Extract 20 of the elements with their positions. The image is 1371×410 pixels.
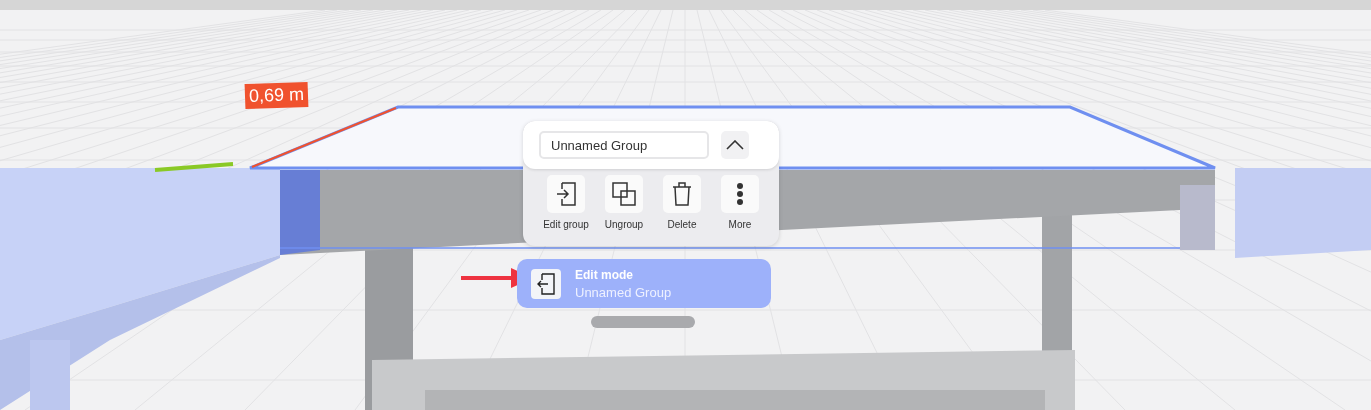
more-icon (736, 182, 744, 206)
toast-title: Edit mode (575, 267, 634, 282)
ungroup-button[interactable] (605, 175, 643, 213)
delete-button[interactable] (663, 175, 701, 213)
chevron-up-icon (726, 140, 744, 150)
enter-icon (556, 182, 576, 206)
group-name-field[interactable]: Unnamed Group (539, 131, 709, 159)
action-label: Delete (667, 219, 697, 230)
trash-icon (672, 182, 692, 206)
collapse-button[interactable] (721, 131, 749, 159)
dimension-label: 0,69 m (244, 81, 309, 110)
drag-handle[interactable] (591, 316, 695, 328)
ungroup-icon (612, 182, 636, 206)
toast-subtitle: Unnamed Group (575, 284, 672, 300)
action-label: More (728, 219, 752, 230)
action-label: Ungroup (604, 219, 644, 230)
edit-button[interactable] (547, 175, 585, 213)
more-button[interactable] (721, 175, 759, 213)
action-label: Edit group (543, 219, 589, 230)
exit-icon (537, 272, 555, 295)
